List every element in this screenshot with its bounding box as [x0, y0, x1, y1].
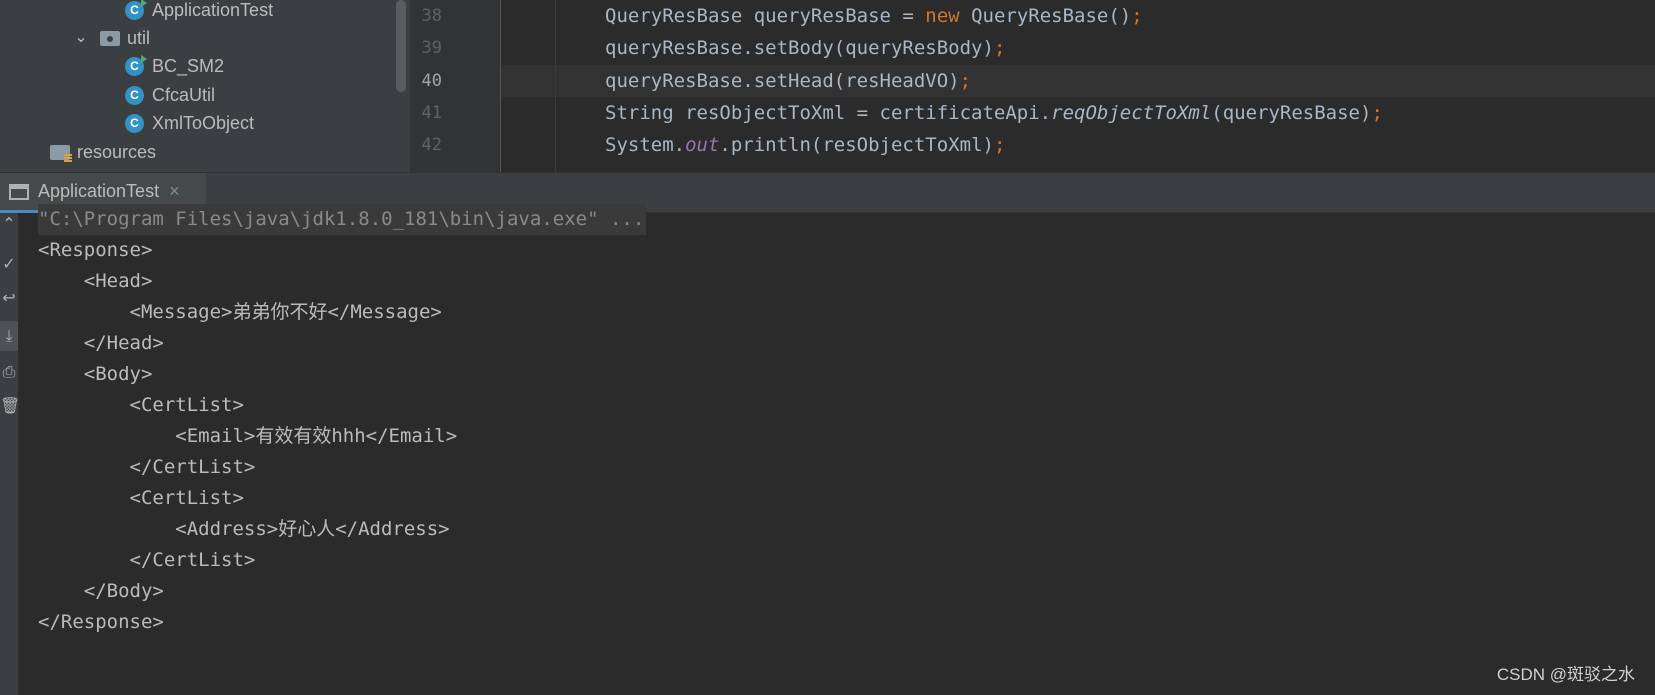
resources-folder-icon: [50, 144, 72, 162]
console-line: <Address>好心人</Address>: [38, 518, 450, 540]
code-line[interactable]: String resObjectToXml = certificateApi.r…: [605, 97, 1383, 129]
line-number-gutter: 38 39 40 41 42: [410, 0, 500, 172]
scroll-to-end-icon[interactable]: ⤓: [0, 321, 18, 351]
line-number-current: 40: [421, 71, 442, 91]
semicolon: ;: [959, 70, 972, 92]
console-output[interactable]: "C:\Program Files\java\jdk1.8.0_181\bin\…: [18, 204, 1655, 695]
semicolon: ;: [1371, 102, 1383, 124]
console-line: </Head>: [38, 332, 164, 354]
code-text: String resObjectToXml = certificateApi.: [605, 102, 1052, 124]
watermark: CSDN @斑驳之水: [1496, 665, 1635, 684]
line-number: 38: [421, 6, 442, 26]
code-text: QueryResBase queryResBase =: [605, 5, 926, 27]
tree-item-cfcautil[interactable]: C CfcaUtil: [125, 80, 215, 110]
package-folder-icon: [100, 30, 120, 46]
java-class-icon: C: [125, 54, 147, 76]
semicolon: ;: [993, 37, 1006, 59]
code-line[interactable]: QueryResBase queryResBase = new QueryRes…: [605, 0, 1143, 32]
tree-item-label: ApplicationTest: [152, 0, 274, 20]
tree-scrollbar[interactable]: [396, 0, 406, 92]
line-number: 39: [421, 38, 442, 58]
tree-item-label: util: [127, 28, 151, 48]
chevron-down-icon[interactable]: ⌄: [70, 23, 92, 53]
code-text: .println(resObjectToXml): [719, 134, 994, 156]
code-line[interactable]: System.out.println(resObjectToXml);: [605, 129, 1005, 161]
semicolon: ;: [1131, 5, 1143, 27]
tree-item-label: XmlToObject: [152, 113, 255, 133]
line-number: 42: [421, 135, 442, 155]
tree-item-applicationtest[interactable]: C ApplicationTest: [125, 0, 273, 25]
console-line: <CertList>: [38, 394, 244, 416]
code-text: (queryResBase): [1211, 102, 1372, 124]
tree-item-xmltoobject[interactable]: C XmlToObject: [125, 108, 254, 138]
project-tree-panel: C ApplicationTest ⌄ util C BC_SM2 C Cfca…: [0, 0, 410, 172]
code-editor[interactable]: 38 39 40 41 42 QueryResBase queryResBase…: [410, 0, 1655, 172]
check-icon[interactable]: ✓: [0, 253, 18, 275]
console-line: <Message>弟弟你不好</Message>: [38, 301, 442, 323]
java-class-icon: C: [125, 85, 144, 105]
code-text: queryResBase.setBody(queryResBody): [605, 37, 994, 59]
keyword-new: new: [925, 5, 960, 27]
console-line: <Email>有效有效hhh</Email>: [38, 425, 458, 447]
console-line: <Body>: [38, 363, 153, 385]
tree-item-label: BC_SM2: [152, 56, 225, 76]
java-class-icon: C: [125, 0, 147, 20]
console-line: </CertList>: [38, 456, 256, 478]
print-icon[interactable]: ⎙: [0, 361, 18, 383]
console-line: <CertList>: [38, 487, 244, 509]
code-line-current[interactable]: queryResBase.setHead(resHeadVO);: [605, 65, 971, 97]
run-toolbar: ⌃ ✓ ↩ ⤓ ⎙ 🗑: [0, 213, 20, 695]
tree-item-util[interactable]: ⌄ util: [70, 23, 150, 53]
console-window-icon: [9, 183, 29, 200]
line-number: 41: [421, 103, 442, 123]
tree-item-label: CfcaUtil: [152, 85, 216, 105]
tab-label: ApplicationTest: [38, 181, 160, 201]
console-line: </CertList>: [38, 549, 256, 571]
console-line: </Response>: [38, 611, 164, 633]
arrow-up-icon[interactable]: ⌃: [0, 213, 18, 235]
tree-item-bc-sm2[interactable]: C BC_SM2: [125, 51, 224, 81]
code-line[interactable]: queryResBase.setBody(queryResBody);: [605, 32, 1005, 64]
console-line: <Head>: [38, 270, 153, 292]
indent-guide: [555, 0, 556, 172]
semicolon: ;: [993, 134, 1006, 156]
console-line: <Response>: [38, 239, 153, 261]
code-text: System.: [605, 134, 686, 156]
console-line: </Body>: [38, 580, 164, 602]
java-class-icon: C: [125, 113, 144, 133]
code-text: QueryResBase(): [959, 5, 1132, 27]
code-text: queryResBase.setHead(resHeadVO): [605, 70, 960, 92]
tree-item-resources[interactable]: resources: [50, 137, 156, 167]
console-command-line: "C:\Program Files\java\jdk1.8.0_181\bin\…: [38, 204, 647, 235]
close-icon[interactable]: ×: [169, 181, 180, 202]
tree-item-label: resources: [77, 142, 157, 162]
soft-wrap-icon[interactable]: ↩: [0, 287, 18, 309]
static-method-call: reqObjectToXml: [1051, 102, 1212, 124]
static-field: out: [685, 134, 720, 156]
trash-icon[interactable]: 🗑: [0, 395, 20, 417]
